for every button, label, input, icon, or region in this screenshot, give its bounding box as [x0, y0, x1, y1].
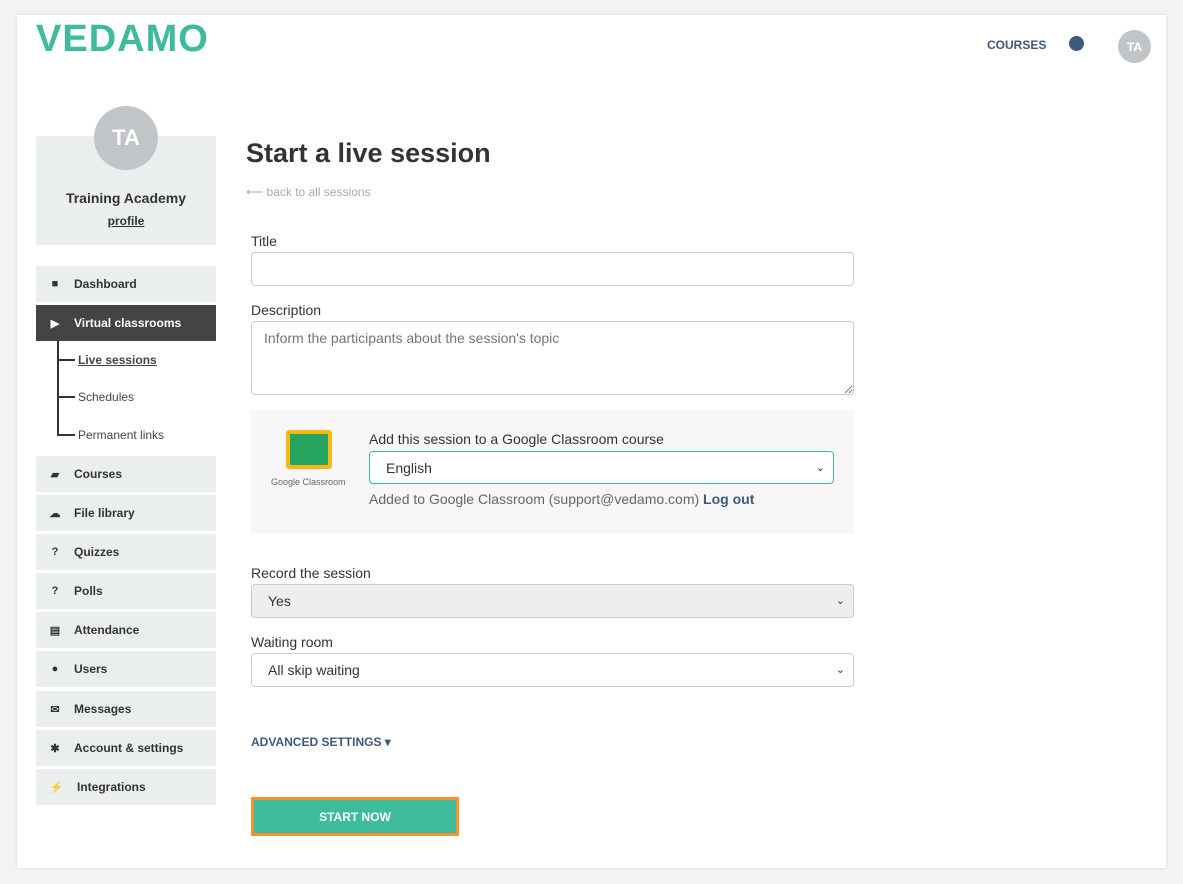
- gc-status: Added to Google Classroom (support@vedam…: [369, 491, 754, 507]
- dashboard-icon: ■: [51, 278, 59, 290]
- sidebar-sub-live-sessions[interactable]: Live sessions: [78, 353, 157, 367]
- waiting-room-value: All skip waiting: [268, 662, 360, 678]
- sidebar-item-label: Quizzes: [74, 545, 120, 559]
- start-now-button[interactable]: START NOW: [251, 797, 459, 836]
- sidebar-sub-permanent-links[interactable]: Permanent links: [78, 428, 164, 442]
- question-circle-icon: ?: [51, 585, 59, 597]
- sidebar-item-label: Account & settings: [74, 741, 184, 755]
- advanced-settings-toggle[interactable]: ADVANCED SETTINGS ▾: [251, 735, 391, 749]
- document-icon: ▤: [49, 624, 61, 637]
- page-title: Start a live session: [246, 138, 491, 168]
- sidebar-item-label: Dashboard: [74, 277, 137, 291]
- sidebar-item-integrations[interactable]: ⚡ Integrations: [36, 769, 216, 805]
- gc-logout-link[interactable]: Log out: [703, 491, 754, 507]
- sidebar-item-label: Polls: [74, 584, 103, 598]
- chevron-down-icon: ⌄: [815, 461, 825, 474]
- users-icon: ●: [51, 663, 59, 675]
- user-avatar[interactable]: TA: [1118, 30, 1151, 63]
- sidebar-item-label: File library: [74, 506, 135, 520]
- sidebar-item-attendance[interactable]: ▤ Attendance: [36, 612, 216, 648]
- title-input[interactable]: [251, 252, 854, 286]
- sidebar-item-account-settings[interactable]: ✱ Account & settings: [36, 730, 216, 766]
- chevron-down-icon: ⌄: [835, 594, 845, 607]
- google-classroom-logo-text: Google Classroom: [271, 477, 346, 487]
- record-value: Yes: [268, 593, 291, 609]
- tree-line: [57, 341, 59, 436]
- sidebar-item-label: Courses: [74, 467, 123, 481]
- sidebar-item-virtual-classrooms[interactable]: ▶ Virtual classrooms: [36, 305, 216, 341]
- waiting-room-label: Waiting room: [251, 634, 333, 650]
- cloud-upload-icon: ☁: [49, 507, 61, 520]
- plug-icon: ⚡: [49, 781, 64, 794]
- tree-branch: [57, 434, 75, 436]
- sidebar-item-label: Users: [74, 662, 108, 676]
- sidebar-item-label: Attendance: [74, 623, 140, 637]
- chevron-down-icon: ⌄: [835, 663, 845, 676]
- back-link[interactable]: ⟵ back to all sessions: [246, 185, 371, 199]
- sidebar-item-polls[interactable]: ? Polls: [36, 573, 216, 609]
- gc-course-value: English: [386, 459, 432, 476]
- description-label: Description: [251, 302, 322, 318]
- gc-course-select[interactable]: English ⌄: [369, 451, 834, 484]
- sidebar-item-courses[interactable]: ▰ Courses: [36, 456, 216, 492]
- sidebar-item-users[interactable]: ● Users: [36, 651, 216, 687]
- sidebar-item-label: Virtual classrooms: [74, 316, 182, 330]
- sidebar-item-label: Messages: [74, 702, 132, 716]
- book-icon: ▰: [50, 468, 60, 481]
- google-classroom-icon: [286, 430, 332, 469]
- google-classroom-panel: Google Classroom Add this session to a G…: [251, 410, 854, 533]
- waiting-room-select[interactable]: All skip waiting ⌄: [251, 653, 854, 687]
- globe-icon[interactable]: [1069, 36, 1084, 51]
- sidebar-item-quizzes[interactable]: ? Quizzes: [36, 534, 216, 570]
- vedamo-logo[interactable]: VEDAMO: [36, 18, 209, 61]
- profile-avatar: TA: [94, 106, 158, 170]
- question-circle-icon: ?: [51, 546, 59, 558]
- sidebar-item-label: Integrations: [77, 780, 146, 794]
- sidebar-sub-schedules[interactable]: Schedules: [78, 390, 134, 404]
- gc-course-label: Add this session to a Google Classroom c…: [369, 431, 664, 447]
- record-select[interactable]: Yes ⌄: [251, 584, 854, 618]
- title-label: Title: [251, 233, 277, 249]
- gc-status-text: Added to Google Classroom (support@vedam…: [369, 491, 700, 507]
- envelope-icon: ✉: [50, 703, 60, 716]
- sidebar-item-messages[interactable]: ✉ Messages: [36, 691, 216, 727]
- tree-branch: [57, 396, 75, 398]
- record-label: Record the session: [251, 565, 371, 581]
- description-textarea[interactable]: [251, 321, 854, 395]
- tree-branch: [57, 359, 75, 361]
- nav-courses-link[interactable]: COURSES: [987, 38, 1046, 52]
- play-circle-icon: ▶: [50, 317, 60, 330]
- sidebar-item-file-library[interactable]: ☁ File library: [36, 495, 216, 531]
- sidebar-item-dashboard[interactable]: ■ Dashboard: [36, 266, 216, 302]
- profile-name: Training Academy: [65, 190, 187, 206]
- gear-icon: ✱: [50, 742, 60, 755]
- profile-link[interactable]: profile: [36, 214, 216, 228]
